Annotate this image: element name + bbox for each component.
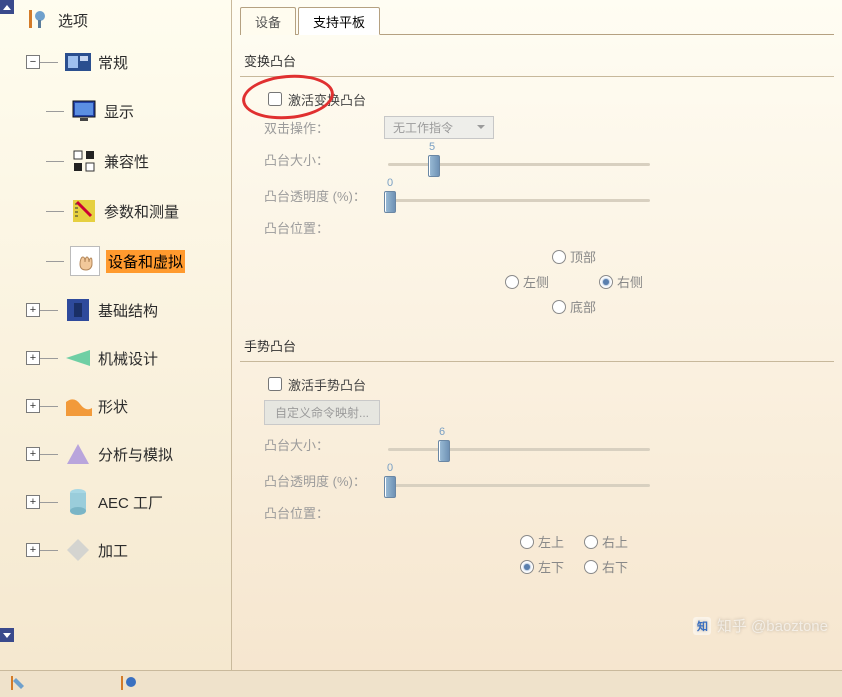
group-transform-boss: 变换凸台 激活变换凸台 双击操作： 无工作指令 凸台大小： 5 (240, 49, 834, 316)
slider-value: 6 (432, 426, 452, 438)
slider-value: 0 (380, 462, 400, 474)
tree-item-label: 显示 (104, 101, 134, 122)
opacity-label: 凸台透明度 (%)： (264, 471, 384, 490)
checkbox-label: 激活变换凸台 (288, 90, 366, 109)
opacity-slider[interactable] (384, 189, 654, 213)
triangle2-icon (64, 440, 92, 468)
radio-top[interactable]: 顶部 (552, 247, 596, 266)
radio-right[interactable]: 右侧 (599, 272, 643, 291)
tree-item-params[interactable]: 参数和测量 (0, 186, 231, 236)
diamond-icon (64, 536, 92, 564)
radio-topright[interactable]: 右上 (584, 532, 628, 551)
tree-item-label: 形状 (98, 396, 128, 417)
position-label: 凸台位置： (264, 503, 384, 522)
triangle-icon (64, 344, 92, 372)
scroll-down-button[interactable] (0, 628, 14, 642)
group-gesture-boss: 手势凸台 激活手势凸台 自定义命令映射... 凸台大小： 6 (240, 334, 834, 576)
slider-value: 0 (380, 177, 400, 189)
tree-item-devices[interactable]: 设备和虚拟 (0, 236, 231, 286)
radio-bottomright[interactable]: 右下 (584, 557, 628, 576)
tree-item-label: 设备和虚拟 (106, 250, 185, 273)
tool-icon[interactable] (118, 674, 138, 694)
tree-item-label: 加工 (98, 540, 128, 561)
size-slider[interactable] (384, 153, 654, 177)
tree-item-label: 基础结构 (98, 300, 158, 321)
size-label: 凸台大小： (264, 435, 384, 454)
expander-icon[interactable]: + (26, 543, 40, 557)
cylinder-icon (64, 488, 92, 516)
wave-icon (64, 392, 92, 420)
expander-icon[interactable]: + (26, 351, 40, 365)
tree-root-label: 选项 (58, 10, 88, 31)
tree-item-label: 机械设计 (98, 348, 158, 369)
expander-icon[interactable]: − (26, 55, 40, 69)
radio-bottomleft[interactable]: 左下 (520, 557, 564, 576)
monitor-icon (70, 97, 98, 125)
tree-item-aec[interactable]: + AEC 工厂 (0, 478, 231, 526)
tree-item-label: AEC 工厂 (98, 492, 163, 513)
position-label: 凸台位置： (264, 218, 384, 237)
tree-item-display[interactable]: 显示 (0, 86, 231, 136)
expander-icon[interactable]: + (26, 399, 40, 413)
tree-item-label: 参数和测量 (104, 201, 179, 222)
tree-root[interactable]: 选项 (0, 2, 231, 38)
position-radios: 左上 右上 左下 右下 (264, 532, 834, 576)
hand-icon (70, 246, 100, 276)
custom-mapping-button[interactable]: 自定义命令映射... (264, 400, 380, 425)
expander-icon[interactable]: + (26, 495, 40, 509)
activate-transform-checkbox[interactable] (268, 92, 282, 106)
tree-item-label: 分析与模拟 (98, 444, 173, 465)
tree-item-shape[interactable]: + 形状 (0, 382, 231, 430)
tool-icon[interactable] (8, 674, 28, 694)
group-title: 手势凸台 (240, 334, 834, 362)
radio-topleft[interactable]: 左上 (520, 532, 564, 551)
tree-item-machining[interactable]: + 加工 (0, 526, 231, 574)
watermark: 知 知乎 @baoztone (693, 615, 828, 636)
tabs: 设备 支持平板 (240, 6, 834, 35)
bottom-toolbar (0, 670, 842, 697)
ruler-icon (70, 197, 98, 225)
svg-text:知: 知 (696, 619, 708, 633)
content-panel: 设备 支持平板 变换凸台 激活变换凸台 双击操作： 无工作指令 (232, 0, 842, 670)
tab-support-tablet[interactable]: 支持平板 (298, 7, 380, 35)
sidebar: 选项 − 常规 显示 (0, 0, 232, 670)
block-icon (64, 296, 92, 324)
options-icon (24, 6, 52, 34)
radio-left[interactable]: 左侧 (505, 272, 549, 291)
tree-item-infra[interactable]: + 基础结构 (0, 286, 231, 334)
checkbox-label: 激活手势凸台 (288, 375, 366, 394)
general-icon (64, 48, 92, 76)
group-title: 变换凸台 (240, 49, 834, 77)
activate-gesture-checkbox[interactable] (268, 377, 282, 391)
dblclick-select[interactable]: 无工作指令 (384, 116, 494, 139)
slider-value: 5 (422, 141, 442, 153)
size-slider[interactable] (384, 438, 654, 462)
tree-item-label: 常规 (98, 52, 128, 73)
dblclick-label: 双击操作： (264, 118, 384, 137)
opacity-slider[interactable] (384, 474, 654, 498)
size-label: 凸台大小： (264, 150, 384, 169)
tab-devices[interactable]: 设备 (240, 7, 296, 35)
radio-bottom[interactable]: 底部 (552, 297, 596, 316)
expander-icon[interactable]: + (26, 303, 40, 317)
tree-item-general[interactable]: − 常规 (0, 38, 231, 86)
tree-item-compat[interactable]: 兼容性 (0, 136, 231, 186)
opacity-label: 凸台透明度 (%)： (264, 186, 384, 205)
position-radios: 顶部 左侧 右侧 底部 (264, 247, 834, 316)
apps-icon (70, 147, 98, 175)
tree-item-analysis[interactable]: + 分析与模拟 (0, 430, 231, 478)
expander-icon[interactable]: + (26, 447, 40, 461)
tree-item-label: 兼容性 (104, 151, 149, 172)
tree-item-mech[interactable]: + 机械设计 (0, 334, 231, 382)
